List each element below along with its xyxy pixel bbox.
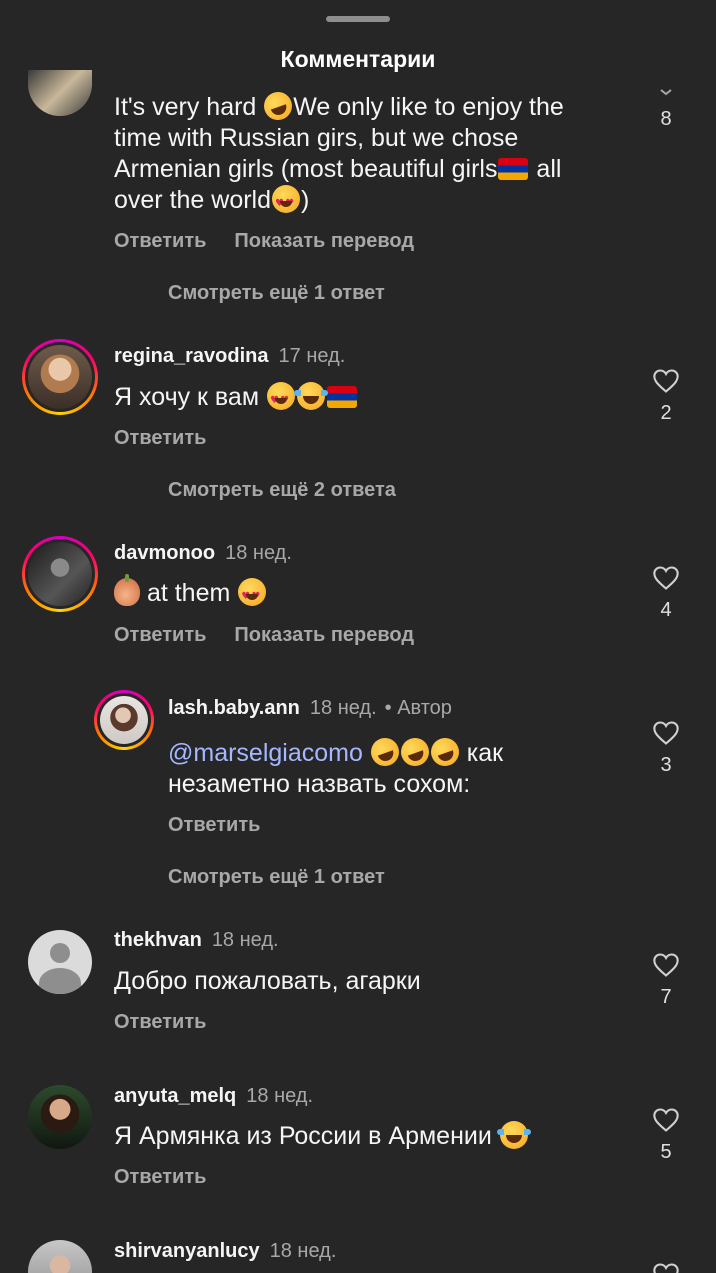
avatar[interactable] — [28, 930, 92, 994]
heart-eyes-emoji-icon — [266, 382, 295, 416]
chevron-down-icon — [660, 89, 672, 96]
timestamp: 18 нед. — [246, 1085, 314, 1107]
like-count: 8 — [660, 108, 672, 130]
like-count: 4 — [660, 599, 672, 621]
comment-text: at them — [114, 574, 267, 612]
reply-button[interactable]: Ответить — [114, 1166, 206, 1189]
comments-sheet: Комментарии It's very hard We only like … — [0, 0, 716, 1273]
comment-text: Я хочу к вам — [114, 382, 358, 416]
comment-header: shirvanyanlucy 18 нед. — [114, 1240, 336, 1263]
username[interactable]: regina_ravodina — [114, 345, 269, 368]
like-control[interactable]: 7 — [646, 952, 686, 1009]
avatar[interactable] — [28, 1240, 92, 1273]
like-count: 7 — [660, 986, 672, 1008]
avatar[interactable] — [94, 690, 154, 750]
joy-emoji-icon — [496, 1121, 531, 1149]
avatar-photo — [28, 542, 92, 606]
like-control[interactable] — [646, 1262, 686, 1273]
view-more-replies[interactable]: Смотреть ещё 1 ответ — [168, 866, 385, 889]
reply-button[interactable]: Ответить — [114, 1011, 206, 1034]
comment-text: Я Армянка из России в Армении — [114, 1121, 531, 1152]
heart-outline-icon — [653, 566, 679, 590]
username[interactable]: lash.baby.ann — [168, 697, 300, 720]
like-control[interactable]: 3 — [646, 720, 686, 777]
reply-button[interactable]: Ответить — [168, 814, 260, 837]
armenia-flag-icon — [498, 158, 529, 180]
author-badge: • Автор — [384, 697, 452, 719]
rofl-emoji-icon — [260, 88, 297, 124]
reply-button[interactable]: Ответить — [114, 230, 206, 253]
avatar[interactable] — [28, 70, 92, 116]
rofl-emoji-icon — [426, 734, 463, 770]
avatar-photo — [28, 345, 92, 409]
drag-handle[interactable] — [326, 16, 390, 22]
rofl-emoji-icon — [366, 734, 403, 770]
avatar[interactable] — [28, 1085, 92, 1149]
comment-actions: Ответить — [114, 1011, 206, 1034]
heart-outline-icon — [653, 1263, 679, 1273]
comment-actions: Ответить Показать перевод — [114, 624, 414, 647]
joy-emoji-icon — [293, 382, 328, 410]
view-more-replies[interactable]: Смотреть ещё 1 ответ — [168, 282, 385, 305]
onion-emoji-icon — [114, 574, 140, 606]
heart-outline-icon — [653, 953, 679, 977]
comment-actions: Ответить — [114, 427, 206, 450]
heart-eyes-emoji-icon — [238, 578, 267, 612]
comment-header: lash.baby.ann 18 нед. • Автор — [168, 697, 452, 720]
view-more-replies[interactable]: Смотреть ещё 2 ответа — [168, 479, 396, 502]
comment-header: anyuta_melq 18 нед. — [114, 1085, 313, 1108]
comment-header: thekhvan 18 нед. — [114, 929, 279, 952]
comment-actions: Ответить Показать перевод — [114, 230, 414, 253]
like-count: 2 — [660, 402, 672, 424]
like-control[interactable]: 5 — [646, 1107, 686, 1164]
heart-outline-icon — [653, 369, 679, 393]
mention-link[interactable]: @marselgiacomo — [168, 739, 363, 767]
avatar-photo — [100, 696, 148, 744]
sheet-title: Комментарии — [280, 46, 436, 72]
like-count: 5 — [660, 1141, 672, 1163]
timestamp: 18 нед. — [309, 697, 377, 719]
comment-text: It's very hard We only like to enjoy the… — [114, 88, 614, 219]
reply-button[interactable]: Ответить — [114, 427, 206, 450]
translate-button[interactable]: Показать перевод — [234, 624, 414, 647]
comment-actions: Ответить — [168, 814, 260, 837]
avatar[interactable] — [22, 339, 98, 415]
comment-header: regina_ravodina 17 нед. — [114, 345, 345, 368]
timestamp: 18 нед. — [211, 929, 279, 951]
timestamp: 17 нед. — [278, 345, 346, 367]
heart-outline-icon — [653, 721, 679, 745]
comment-text: @marselgiacomo как незаметно назвать сох… — [168, 734, 608, 800]
translate-button[interactable]: Показать перевод — [234, 230, 414, 253]
heart-eyes-emoji-icon — [272, 185, 301, 219]
username[interactable]: shirvanyanlucy — [114, 1240, 260, 1263]
username[interactable]: thekhvan — [114, 929, 202, 952]
armenia-flag-icon — [326, 386, 357, 408]
username[interactable]: davmonoo — [114, 542, 215, 565]
timestamp: 18 нед. — [269, 1240, 337, 1262]
like-count: 3 — [660, 754, 672, 776]
heart-outline-icon — [653, 1108, 679, 1132]
like-control[interactable]: 8 — [646, 88, 686, 131]
comment-actions: Ответить — [114, 1166, 206, 1189]
reply-button[interactable]: Ответить — [114, 624, 206, 647]
like-control[interactable]: 4 — [646, 565, 686, 622]
comment-text: Добро пожаловать, агарки — [114, 967, 421, 995]
username[interactable]: anyuta_melq — [114, 1085, 236, 1108]
like-control[interactable]: 2 — [646, 368, 686, 425]
timestamp: 18 нед. — [225, 542, 292, 564]
rofl-emoji-icon — [396, 734, 433, 770]
comment-header: davmonoo 18 нед. — [114, 542, 292, 565]
avatar[interactable] — [22, 536, 98, 612]
